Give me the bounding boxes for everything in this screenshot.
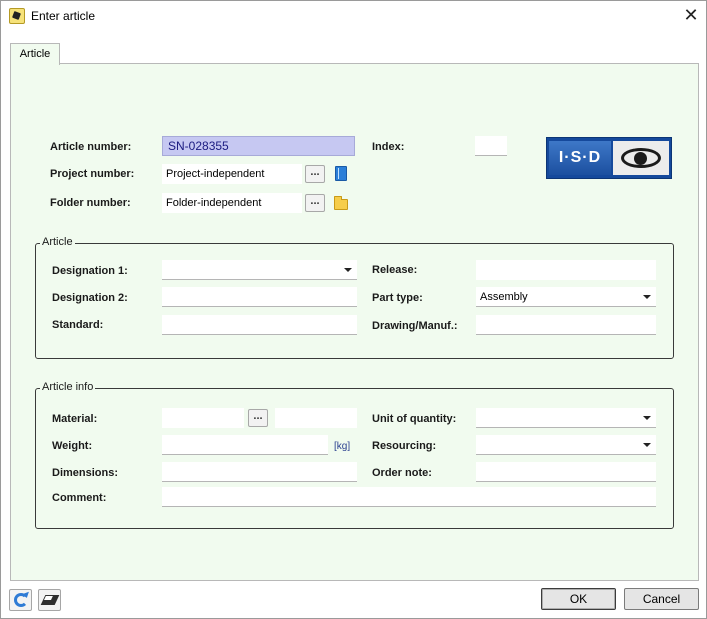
comment-field[interactable] xyxy=(162,487,656,507)
chevron-down-icon xyxy=(643,443,651,447)
chevron-down-icon xyxy=(643,416,651,420)
tab-article[interactable]: Article xyxy=(10,43,60,65)
ok-button[interactable]: OK xyxy=(541,588,616,610)
designation2-field[interactable] xyxy=(162,287,357,307)
project-number-field[interactable]: Project-independent xyxy=(162,164,302,184)
close-icon[interactable]: ✕ xyxy=(678,4,704,28)
folder-number-field[interactable]: Folder-independent xyxy=(162,193,302,213)
article-number-field[interactable]: SN-028355 xyxy=(162,136,355,156)
weight-unit: [kg] xyxy=(334,441,351,452)
index-field[interactable] xyxy=(475,136,507,156)
eye-icon xyxy=(613,141,669,175)
order-note-label: Order note: xyxy=(372,467,432,479)
drawing-label: Drawing/Manuf.: xyxy=(372,320,458,332)
order-note-field[interactable] xyxy=(476,462,656,482)
book-icon[interactable] xyxy=(335,166,347,181)
window-title: Enter article xyxy=(31,9,96,23)
unit-of-quantity-label: Unit of quantity: xyxy=(372,413,457,425)
dimensions-field[interactable] xyxy=(162,462,357,482)
part-type-dropdown[interactable]: Assembly xyxy=(476,287,656,307)
resourcing-dropdown[interactable] xyxy=(476,435,656,455)
weight-field[interactable] xyxy=(162,435,328,455)
material-field[interactable] xyxy=(162,408,244,428)
weight-label: Weight: xyxy=(52,440,93,452)
resourcing-label: Resourcing: xyxy=(372,440,437,452)
isd-app-icon xyxy=(9,8,25,24)
material-browse-button[interactable]: ... xyxy=(248,409,268,427)
folder-number-label: Folder number: xyxy=(50,197,131,209)
eraser-button[interactable] xyxy=(38,589,61,611)
material-label: Material: xyxy=(52,413,98,425)
folder-icon[interactable] xyxy=(334,196,348,210)
designation2-label: Designation 2: xyxy=(52,292,128,304)
isd-logo: I·S·D xyxy=(546,137,672,179)
title-bar: Enter article ✕ xyxy=(1,1,706,31)
article-group-title: Article xyxy=(40,236,75,248)
standard-label: Standard: xyxy=(52,319,104,331)
designation1-dropdown[interactable] xyxy=(162,260,357,280)
unit-of-quantity-dropdown[interactable] xyxy=(476,408,656,428)
part-type-value: Assembly xyxy=(480,291,528,303)
project-browse-button[interactable]: ... xyxy=(305,165,325,183)
part-type-label: Part type: xyxy=(372,292,423,304)
folder-browse-button[interactable]: ... xyxy=(305,194,325,212)
article-number-label: Article number: xyxy=(50,141,132,153)
release-field[interactable] xyxy=(476,260,656,280)
index-label: Index: xyxy=(372,141,405,153)
material-extra-field[interactable] xyxy=(275,408,357,428)
chevron-down-icon xyxy=(344,268,352,272)
standard-field[interactable] xyxy=(162,315,357,335)
release-label: Release: xyxy=(372,264,418,276)
chevron-down-icon xyxy=(643,295,651,299)
refresh-icon xyxy=(14,593,28,607)
article-info-group-title: Article info xyxy=(40,381,96,393)
drawing-field[interactable] xyxy=(476,315,656,335)
comment-label: Comment: xyxy=(52,492,107,504)
enter-article-dialog: Enter article ✕ Article Article number: … xyxy=(0,0,707,619)
project-number-label: Project number: xyxy=(50,168,135,180)
designation1-label: Designation 1: xyxy=(52,265,128,277)
cancel-button[interactable]: Cancel xyxy=(624,588,699,610)
dimensions-label: Dimensions: xyxy=(52,467,119,479)
refresh-button[interactable] xyxy=(9,589,32,611)
isd-logo-text: I·S·D xyxy=(549,141,611,175)
eraser-icon xyxy=(40,595,60,605)
